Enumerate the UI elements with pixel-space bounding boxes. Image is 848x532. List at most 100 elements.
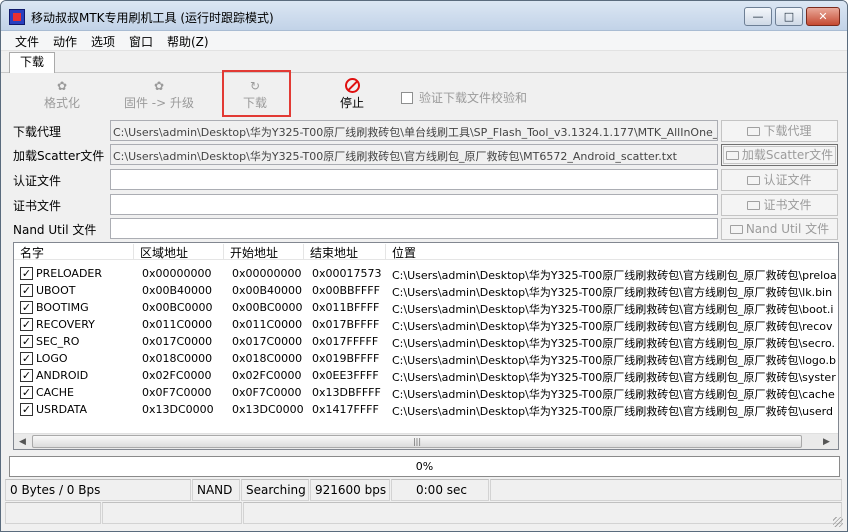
row-checkbox-checked-icon[interactable]: ✓ <box>20 369 33 382</box>
column-location[interactable]: 位置 <box>386 244 838 260</box>
checkbox-box <box>401 92 413 104</box>
auth-button-label: 认证文件 <box>763 173 812 187</box>
table-row[interactable]: ✓ RECOVERY 0x011C0000 0x011C0000 0x017BFFFF C… <box>14 316 838 333</box>
agent-label: 下载代理 <box>13 125 62 139</box>
scatter-label: 加载Scatter文件 <box>13 149 105 163</box>
download-highlight-box <box>222 70 291 117</box>
scroll-left-icon[interactable]: ◀ <box>19 437 26 447</box>
menu-options[interactable]: 选项 <box>91 33 115 50</box>
row-name: LOGO <box>36 352 68 365</box>
status-baud: 921600 bps <box>310 479 390 501</box>
row-end: 0x00BBFFFF <box>312 284 380 297</box>
status-bar-secondary <box>1 502 847 524</box>
table-row[interactable]: ✓ BOOTIMG 0x00BC0000 0x00BC0000 0x011BFFFF C:… <box>14 299 838 316</box>
table-row[interactable]: ✓ ANDROID 0x02FC0000 0x02FC0000 0x0EE3FFFF C:… <box>14 367 838 384</box>
table-row[interactable]: ✓ LOGO 0x018C0000 0x018C0000 0x019BFFFF C:\Us… <box>14 350 838 367</box>
folder-icon <box>747 127 761 136</box>
table-row[interactable]: ✓ PRELOADER 0x00000000 0x00000000 0x00017573… <box>14 265 838 282</box>
menu-file[interactable]: 文件 <box>15 33 39 50</box>
table-row[interactable]: ✓ CACHE 0x0F7C0000 0x0F7C0000 0x13DBFFFF C:\U… <box>14 384 838 401</box>
resize-grip-icon[interactable] <box>833 517 843 527</box>
table-row[interactable]: ✓ UBOOT 0x00B40000 0x00B40000 0x00BBFFFF C:\U… <box>14 282 838 299</box>
row-checkbox-checked-icon[interactable]: ✓ <box>20 386 33 399</box>
row-name: CACHE <box>36 386 74 399</box>
status-time: 0:00 sec <box>391 479 489 501</box>
scatter-path-field[interactable]: C:\Users\admin\Desktop\华为Y325-T00原厂线刷救砖包… <box>110 144 718 165</box>
firmware-label: 固件 -> 升级 <box>123 96 194 110</box>
nand-label: Nand Util 文件 <box>13 223 97 237</box>
progress-text: 0% <box>415 460 434 473</box>
scatter-button[interactable]: 加载Scatter文件 <box>721 144 838 166</box>
tab-download[interactable]: 下载 <box>9 52 55 73</box>
row-checkbox-checked-icon[interactable]: ✓ <box>20 267 33 280</box>
row-checkbox-checked-icon[interactable]: ✓ <box>20 352 33 365</box>
tab-strip: 下载 <box>1 51 847 73</box>
row-name: ANDROID <box>36 369 89 382</box>
scatter-button-label: 加载Scatter文件 <box>741 148 834 162</box>
nand-path-field[interactable] <box>110 218 718 239</box>
row-region: 0x13DC0000 <box>142 403 214 416</box>
row-location: C:\Users\admin\Desktop\华为Y325-T00原厂线刷救砖包… <box>392 354 836 367</box>
row-checkbox-checked-icon[interactable]: ✓ <box>20 403 33 416</box>
cert-path-field[interactable] <box>110 194 718 215</box>
row-end: 0x0EE3FFFF <box>312 369 379 382</box>
firmware-upgrade-button[interactable]: ✿ 固件 -> 升级 <box>121 78 197 111</box>
scroll-right-icon[interactable]: ▶ <box>823 437 830 447</box>
format-button[interactable]: ✿ 格式化 <box>37 78 87 111</box>
folder-icon <box>747 201 761 210</box>
row-name: PRELOADER <box>36 267 103 280</box>
column-end[interactable]: 结束地址 <box>304 244 386 260</box>
minimize-button[interactable]: — <box>744 7 772 26</box>
row-location: C:\Users\admin\Desktop\华为Y325-T00原厂线刷救砖包… <box>392 286 833 299</box>
horizontal-scrollbar[interactable]: ◀ ||| ▶ <box>14 433 838 449</box>
row-checkbox-checked-icon[interactable]: ✓ <box>20 301 33 314</box>
status2-cell <box>243 502 842 524</box>
row-location: C:\Users\admin\Desktop\华为Y325-T00原厂线刷救砖包… <box>392 269 837 282</box>
agent-path-field[interactable]: C:\Users\admin\Desktop\华为Y325-T00原厂线刷救砖包… <box>110 120 718 141</box>
partition-list[interactable]: 名字 区域地址 开始地址 结束地址 位置 ✓ PRELOADER 0x0000000… <box>13 242 839 450</box>
agent-button-label: 下载代理 <box>763 124 812 138</box>
column-start[interactable]: 开始地址 <box>224 244 304 260</box>
title-bar[interactable]: 移动叔叔MTK专用刷机工具 (运行时跟踪模式) — □ ✕ <box>1 1 847 31</box>
row-name: BOOTIMG <box>36 301 89 314</box>
status-bar: 0 Bytes / 0 Bps NAND Searching 921600 bp… <box>1 479 847 501</box>
stop-button[interactable]: 停止 <box>332 78 372 111</box>
row-location: C:\Users\admin\Desktop\华为Y325-T00原厂线刷救砖包… <box>392 388 835 401</box>
maximize-icon: □ <box>783 10 795 23</box>
cert-button-label: 证书文件 <box>763 198 812 212</box>
column-name[interactable]: 名字 <box>14 244 134 260</box>
menu-help[interactable]: 帮助(Z) <box>167 33 209 50</box>
row-start: 0x018C0000 <box>232 352 303 365</box>
row-checkbox-checked-icon[interactable]: ✓ <box>20 335 33 348</box>
maximize-button[interactable]: □ <box>775 7 803 26</box>
firmware-icon: ✿ <box>153 79 165 93</box>
table-row[interactable]: ✓ USRDATA 0x13DC0000 0x13DC0000 0x1417FFFF C:… <box>14 401 838 418</box>
scroll-thumb[interactable]: ||| <box>32 435 802 448</box>
auth-path-field[interactable] <box>110 169 718 190</box>
stop-icon <box>344 78 360 93</box>
cert-row: 证书文件 证书文件 <box>9 193 839 217</box>
row-region: 0x00BC0000 <box>142 301 213 314</box>
menu-window[interactable]: 窗口 <box>129 33 153 50</box>
window-title: 移动叔叔MTK专用刷机工具 (运行时跟踪模式) <box>31 11 274 25</box>
cert-button[interactable]: 证书文件 <box>721 194 838 216</box>
nand-button[interactable]: Nand Util 文件 <box>721 218 838 240</box>
row-name: USRDATA <box>36 403 88 416</box>
row-name: RECOVERY <box>36 318 95 331</box>
row-end: 0x1417FFFF <box>312 403 379 416</box>
agent-row: 下载代理 C:\Users\admin\Desktop\华为Y325-T00原厂… <box>9 119 839 143</box>
format-icon: ✿ <box>56 79 68 93</box>
table-row[interactable]: ✓ SEC_RO 0x017C0000 0x017C0000 0x017FFFFF C:\… <box>14 333 838 350</box>
scatter-row: 加载Scatter文件 C:\Users\admin\Desktop\华为Y32… <box>9 143 839 167</box>
close-button[interactable]: ✕ <box>806 7 840 26</box>
column-region[interactable]: 区域地址 <box>134 244 224 260</box>
verify-checksum-checkbox[interactable]: 验证下载文件校验和 <box>401 89 527 106</box>
menu-bar: 文件 动作 选项 窗口 帮助(Z) <box>1 31 847 51</box>
row-checkbox-checked-icon[interactable]: ✓ <box>20 284 33 297</box>
row-checkbox-checked-icon[interactable]: ✓ <box>20 318 33 331</box>
row-start: 0x00B40000 <box>232 284 303 297</box>
auth-button[interactable]: 认证文件 <box>721 169 838 191</box>
file-panel: 下载代理 C:\Users\admin\Desktop\华为Y325-T00原厂… <box>9 119 839 241</box>
menu-action[interactable]: 动作 <box>53 33 77 50</box>
agent-button[interactable]: 下载代理 <box>721 120 838 142</box>
